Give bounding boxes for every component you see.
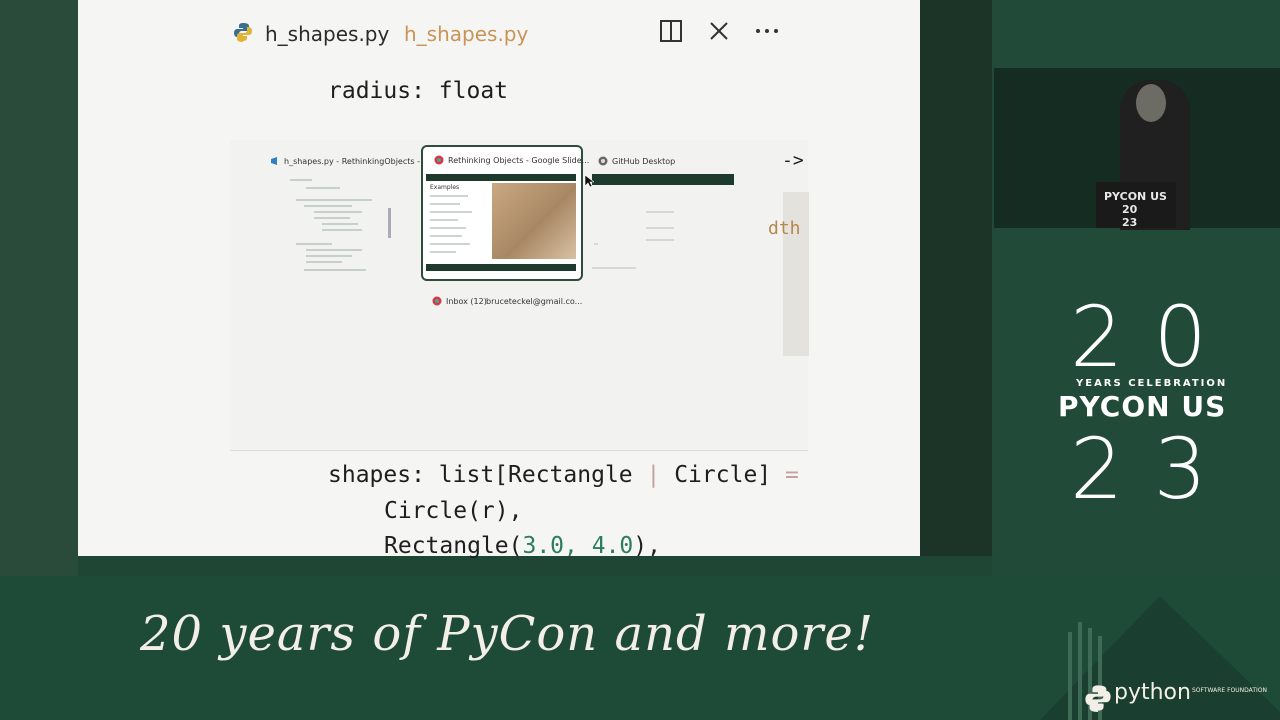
robot-image	[492, 183, 576, 259]
split-editor-icon[interactable]	[660, 20, 682, 42]
python-logo-icon	[1085, 685, 1111, 712]
code-line-circle: Circle(r),	[384, 498, 523, 524]
window-inbox-title[interactable]: Inbox (12)	[446, 297, 487, 306]
left-strip	[0, 0, 78, 576]
window-slides-title[interactable]: Rethinking Objects - Google Slide...	[448, 156, 589, 165]
logo-year-top: 20	[1070, 288, 1237, 386]
mouse-cursor-icon	[584, 174, 594, 188]
code-shapes-union: |	[646, 462, 661, 488]
editor-tab-path: h_shapes.py	[404, 22, 529, 46]
github-window-content	[592, 211, 674, 269]
code-rect-part2: ),	[633, 533, 661, 559]
chrome-icon	[434, 155, 444, 165]
more-actions-icon[interactable]	[754, 20, 780, 42]
logo-year-bottom: 23	[1070, 420, 1237, 518]
slide-heading: Examples	[430, 184, 460, 191]
podium-label-1: PYCON US	[1104, 190, 1167, 203]
code-fragment-panel	[783, 192, 809, 356]
code-shapes-part2: Circle]	[660, 462, 785, 488]
close-icon[interactable]	[708, 20, 730, 42]
logo-title: PYCON US	[1058, 390, 1227, 423]
window-github-title[interactable]: GitHub Desktop	[612, 157, 675, 166]
code-line-shapes: shapes: list[Rectangle | Circle] =	[328, 462, 799, 488]
vscode-icon	[271, 157, 277, 165]
logo-subtitle: YEARS CELEBRATION	[1076, 378, 1228, 389]
editor-right-edge	[920, 0, 992, 556]
podium-label-3: 23	[1122, 216, 1138, 229]
code-line-radius: radius: float	[328, 78, 509, 104]
code-rect-numbers: 3.0, 4.0	[522, 533, 634, 559]
window-inbox-email: bruceteckel@gmail.co...	[486, 297, 583, 306]
speaker-head	[1136, 84, 1166, 122]
code-line-rectangle: Rectangle(3.0, 4.0),	[384, 533, 661, 559]
tagline: 20 years of PyCon and more!	[140, 606, 875, 662]
code-rect-part1: Rectangle(	[384, 533, 523, 559]
psf-small-text: SOFTWARE FOUNDATION	[1192, 687, 1267, 694]
github-window-thumbnail[interactable]	[592, 174, 734, 185]
slide-header-bar	[426, 174, 576, 181]
code-shapes-part1: shapes: list[Rectangle	[328, 462, 647, 488]
psf-name: python	[1114, 680, 1191, 705]
slide-text-thumbnail	[430, 195, 472, 253]
gmail-icon	[432, 296, 442, 306]
code-shapes-equals: =	[784, 462, 799, 488]
code-arrow: ->	[782, 150, 804, 171]
github-icon	[598, 156, 608, 166]
window-vscode-title[interactable]: h_shapes.py - RethinkingObjects - ...	[284, 157, 430, 166]
podium-label-2: 20	[1122, 203, 1138, 216]
python-file-icon	[234, 23, 252, 42]
slide-footer-bar	[426, 264, 576, 271]
code-partial-word: dth	[768, 218, 801, 239]
editor-tab-title[interactable]: h_shapes.py	[265, 22, 389, 46]
vscode-window-thumbnail[interactable]	[282, 172, 392, 276]
